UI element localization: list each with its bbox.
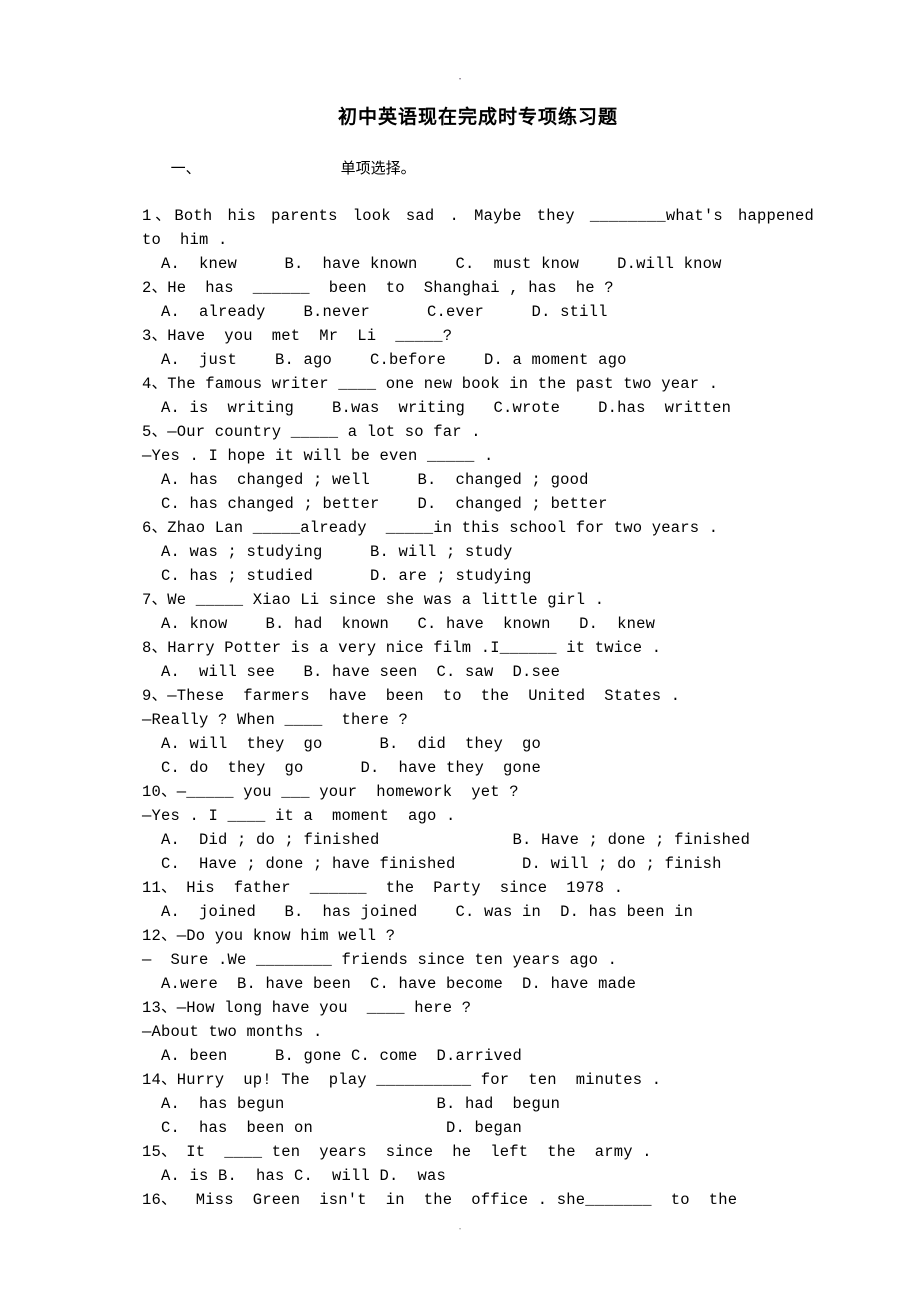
question-options-line[interactable]: C. do they go D. have they gone bbox=[142, 756, 814, 780]
question-item: 5、—Our country _____ a lot so far . —Yes … bbox=[142, 420, 814, 516]
question-options-line[interactable]: A. joined B. has joined C. was in D. has… bbox=[142, 900, 814, 924]
question-stem-line: to him . bbox=[142, 231, 228, 249]
question-stem-line: 3、Have you met Mr Li _____? bbox=[142, 327, 453, 345]
question-stem-line: 4、The famous writer ____ one new book in… bbox=[142, 375, 719, 393]
section-number: 一、 bbox=[170, 159, 201, 177]
question-options-line[interactable]: A. is writing B.was writing C.wrote D.ha… bbox=[142, 396, 814, 420]
question-list: 1、Both his parents look sad . Maybe they… bbox=[142, 204, 814, 1212]
question-options-line[interactable]: C. Have ; done ; have finished D. will ;… bbox=[142, 852, 814, 876]
question-item: 12、—Do you know him well ? — Sure .We ___… bbox=[142, 924, 814, 996]
page-top-mark: · bbox=[457, 71, 463, 86]
page-title: 初中英语现在完成时专项练习题 bbox=[337, 106, 618, 128]
question-stem-line: 15、 It ____ ten years since he left the … bbox=[142, 1143, 652, 1161]
question-item: 1、Both his parents look sad . Maybe they… bbox=[142, 204, 814, 276]
question-options-line[interactable]: C. has ; studied D. are ; studying bbox=[142, 564, 814, 588]
document-content: 初中英语现在完成时专项练习题 一、 单项选择。 1、Both his parent… bbox=[142, 104, 814, 1212]
question-stem-line: 9、—These farmers have been to the United… bbox=[142, 687, 681, 705]
question-stem-line: 5、—Our country _____ a lot so far . bbox=[142, 423, 481, 441]
question-stem-line: 10、—_____ you ___ your homework yet ? bbox=[142, 783, 519, 801]
question-stem-line: — Sure .We ________ friends since ten ye… bbox=[142, 951, 618, 969]
question-stem-line: 6、Zhao Lan _____already _____in this sch… bbox=[142, 519, 719, 537]
question-stem-line: —About two months . bbox=[142, 1023, 323, 1041]
question-item: 14、Hurry up! The play __________ for ten… bbox=[142, 1068, 814, 1140]
section-heading: 一、 单项选择。 bbox=[142, 132, 814, 204]
question-stem-line: 12、—Do you know him well ? bbox=[142, 927, 396, 945]
question-item: 6、Zhao Lan _____already _____in this sch… bbox=[142, 516, 814, 588]
question-options-line[interactable]: A. has changed ; well B. changed ; good bbox=[142, 468, 814, 492]
question-item: 10、—_____ you ___ your homework yet ? —Ye… bbox=[142, 780, 814, 876]
question-options-line[interactable]: A.were B. have been C. have become D. ha… bbox=[142, 972, 814, 996]
question-item: 16、 Miss Green isn't in the office . she… bbox=[142, 1188, 814, 1212]
question-item: 2、He has ______ been to Shanghai , has h… bbox=[142, 276, 814, 324]
question-item: 15、 It ____ ten years since he left the … bbox=[142, 1140, 814, 1188]
page-bottom-mark: · bbox=[457, 1221, 463, 1236]
question-stem-line: —Yes . I hope it will be even _____ . bbox=[142, 447, 494, 465]
question-options-line[interactable]: C. has changed ; better D. changed ; bet… bbox=[142, 492, 814, 516]
question-stem-line: 11、 His father ______ the Party since 19… bbox=[142, 879, 624, 897]
document-page: · 初中英语现在完成时专项练习题 一、 单项选择。 1、Both his pare… bbox=[0, 0, 920, 1302]
question-options-line[interactable]: A. will they go B. did they go bbox=[142, 732, 814, 756]
question-options-line[interactable]: A. just B. ago C.before D. a moment ago bbox=[142, 348, 814, 372]
question-item: 3、Have you met Mr Li _____? A. just B. a… bbox=[142, 324, 814, 372]
question-stem-line: 7、We _____ Xiao Li since she was a littl… bbox=[142, 591, 605, 609]
question-options-line[interactable]: A. already B.never C.ever D. still bbox=[142, 300, 814, 324]
question-item: 11、 His father ______ the Party since 19… bbox=[142, 876, 814, 924]
question-options-line[interactable]: A. will see B. have seen C. saw D.see bbox=[142, 660, 814, 684]
question-stem-line: 2、He has ______ been to Shanghai , has h… bbox=[142, 279, 614, 297]
question-stem-line: 8、Harry Potter is a very nice film .I___… bbox=[142, 639, 662, 657]
section-label: 单项选择。 bbox=[340, 159, 416, 177]
question-stem-line: 13、—How long have you ____ here ? bbox=[142, 999, 472, 1017]
question-options-line[interactable]: A. been B. gone C. come D.arrived bbox=[142, 1044, 814, 1068]
question-item: 8、Harry Potter is a very nice film .I___… bbox=[142, 636, 814, 684]
question-options-line[interactable]: A. was ; studying B. will ; study bbox=[142, 540, 814, 564]
question-stem-line: —Really ? When ____ there ? bbox=[142, 711, 409, 729]
question-options-line[interactable]: A. knew B. have known C. must know D.wil… bbox=[142, 252, 814, 276]
question-options-line[interactable]: A. has begun B. had begun bbox=[142, 1092, 814, 1116]
question-stem-line: 1、Both his parents look sad . Maybe they… bbox=[142, 207, 814, 225]
question-options-line[interactable]: A. is B. has C. will D. was bbox=[142, 1164, 814, 1188]
question-item: 13、—How long have you ____ here ? —About … bbox=[142, 996, 814, 1068]
question-item: 7、We _____ Xiao Li since she was a littl… bbox=[142, 588, 814, 636]
question-item: 9、—These farmers have been to the United… bbox=[142, 684, 814, 780]
question-stem-line: 14、Hurry up! The play __________ for ten… bbox=[142, 1071, 662, 1089]
question-stem-line: 16、 Miss Green isn't in the office . she… bbox=[142, 1191, 738, 1209]
question-item: 4、The famous writer ____ one new book in… bbox=[142, 372, 814, 420]
question-stem-line: —Yes . I ____ it a moment ago . bbox=[142, 807, 456, 825]
question-options-line[interactable]: A. know B. had known C. have known D. kn… bbox=[142, 612, 814, 636]
question-options-line[interactable]: A. Did ; do ; finished B. Have ; done ; … bbox=[142, 828, 814, 852]
question-options-line[interactable]: C. has been on D. began bbox=[142, 1116, 814, 1140]
